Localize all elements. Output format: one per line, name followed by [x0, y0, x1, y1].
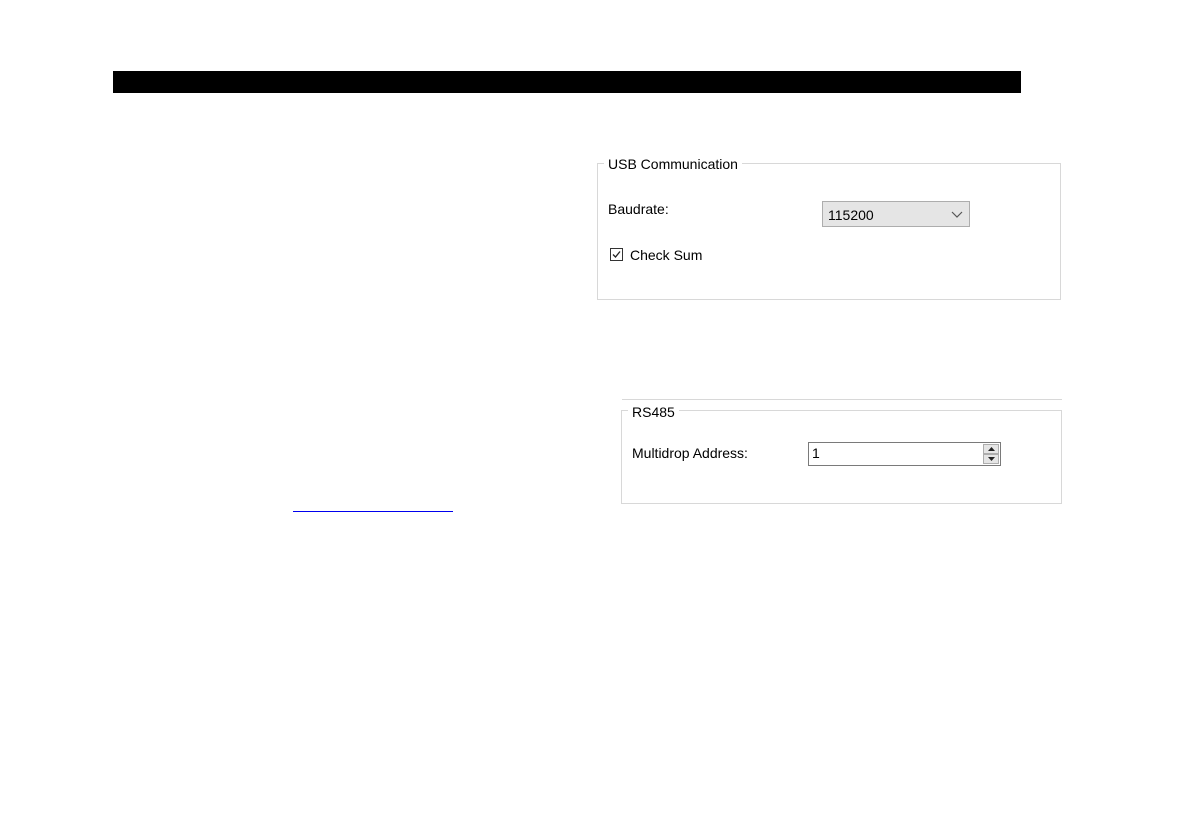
checkmark-icon [612, 251, 621, 258]
checksum-checkbox[interactable] [610, 248, 623, 261]
baudrate-select[interactable]: 115200 [822, 201, 970, 227]
spin-buttons [983, 444, 999, 464]
baudrate-label: Baudrate: [608, 201, 669, 217]
multidrop-address-value: 1 [812, 445, 820, 461]
spin-down-button[interactable] [983, 454, 999, 464]
spin-up-icon [988, 447, 995, 451]
checksum-label[interactable]: Check Sum [630, 247, 702, 263]
section-divider [622, 399, 1062, 400]
header-bar [113, 71, 1021, 93]
usb-communication-group [597, 163, 1061, 300]
baudrate-value: 115200 [828, 207, 874, 223]
rs485-title: RS485 [628, 404, 679, 420]
chevron-down-icon [951, 206, 963, 222]
spin-down-icon [988, 457, 995, 461]
link-underline[interactable] [293, 511, 453, 512]
multidrop-address-input[interactable]: 1 [808, 442, 1001, 466]
usb-communication-title: USB Communication [604, 156, 742, 172]
spin-up-button[interactable] [983, 444, 999, 454]
multidrop-address-label: Multidrop Address: [632, 445, 748, 461]
